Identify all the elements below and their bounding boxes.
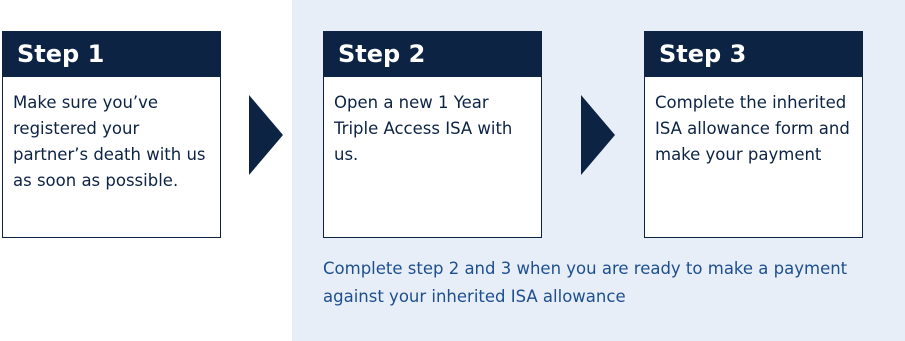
arrow-right-icon	[581, 95, 615, 175]
step-1-box: Step 1 Make sure you’ve registered your …	[2, 31, 221, 238]
step-2-text: Open a new 1 Year Triple Access ISA with…	[334, 93, 513, 164]
arrow-right-icon	[249, 95, 283, 175]
step-3-text: Complete the inherited ISA allowance for…	[655, 93, 850, 164]
step-1-text: Make sure you’ve registered your partner…	[13, 93, 206, 190]
step-2-title: Step 2	[324, 32, 541, 77]
step-3-box: Step 3 Complete the inherited ISA allowa…	[644, 31, 863, 238]
step-2-box: Step 2 Open a new 1 Year Triple Access I…	[323, 31, 542, 238]
step-1-title: Step 1	[3, 32, 220, 77]
process-diagram: Step 1 Make sure you’ve registered your …	[0, 0, 905, 341]
steps-note: Complete step 2 and 3 when you are ready…	[323, 259, 848, 306]
step-3-title: Step 3	[645, 32, 862, 77]
